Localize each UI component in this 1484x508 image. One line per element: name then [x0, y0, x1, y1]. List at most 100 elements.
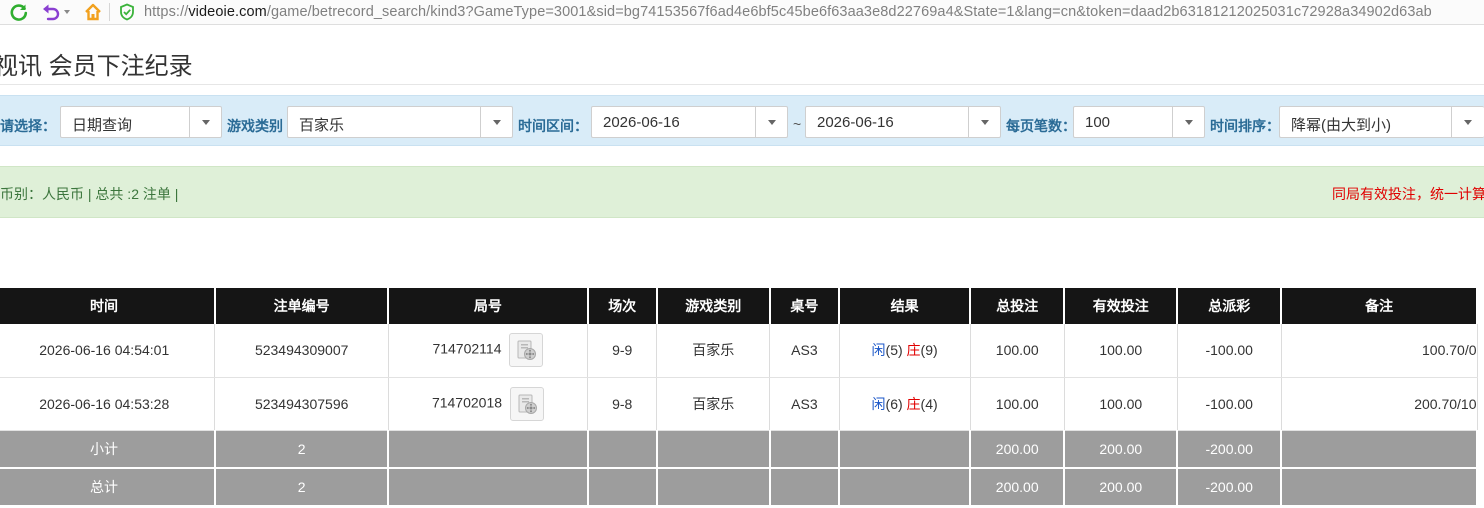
empty-cell: [769, 430, 841, 469]
video-replay-icon[interactable]: [509, 386, 544, 421]
banker-label: 庄: [906, 395, 921, 412]
valid-bet-notice: 同局有效投注，统一计算: [1332, 186, 1484, 202]
col-header-round: 局号: [388, 288, 589, 324]
sort-select[interactable]: 降幂(由大到小): [1279, 106, 1484, 138]
cell-note: 100.70/0: [1281, 324, 1478, 378]
time-range-label: 时间区间：: [518, 118, 588, 134]
per-page-select[interactable]: 100: [1073, 106, 1205, 138]
cell-result: 闲(5) 庄(9): [839, 324, 971, 378]
url-scheme: https://: [144, 4, 189, 20]
empty-cell: [1281, 468, 1478, 507]
cell-time: 2026-06-16 04:54:01: [0, 324, 216, 378]
chevron-down-icon: [480, 107, 512, 137]
col-header-game-type: 游戏类别: [656, 288, 771, 324]
player-points: (6): [885, 395, 903, 412]
chevron-down-icon: [189, 107, 221, 137]
banker-label: 庄: [906, 342, 921, 359]
cell-round: 714702018: [388, 377, 589, 431]
toolbar-divider: [109, 3, 110, 21]
address-bar-url[interactable]: https://videoie.com/game/betrecord_searc…: [144, 4, 1432, 20]
banker-points: (9): [920, 342, 938, 359]
cell-table-no: AS3: [769, 324, 840, 378]
subtotal-label: 小计: [0, 430, 216, 469]
subtotal-count: 2: [214, 430, 390, 469]
home-icon[interactable]: [83, 0, 103, 24]
empty-cell: [656, 468, 771, 507]
range-separator: ~: [793, 116, 802, 132]
video-replay-icon[interactable]: [509, 333, 544, 368]
cell-total-bet: 100.00: [970, 377, 1065, 431]
player-label: 闲: [871, 395, 886, 412]
cell-valid-bet: 100.00: [1064, 324, 1178, 378]
currency-summary: 币别：人民币 | 总共 :2 注单 |: [0, 186, 179, 202]
cell-time: 2026-06-16 04:53:28: [0, 377, 216, 431]
bet-records-table: 时间 注单编号 局号 场次 游戏类别 桌号 结果 总投注 有效投注 总派彩 备注…: [0, 288, 1478, 507]
date-to-value: 2026-06-16: [817, 114, 894, 131]
cell-round: 714702114: [388, 324, 589, 378]
chevron-down-icon: [1451, 107, 1483, 137]
empty-cell: [587, 468, 658, 507]
total-label: 总计: [0, 468, 216, 507]
empty-cell: [656, 430, 771, 469]
chevron-down-icon[interactable]: [63, 0, 71, 24]
page-title: 视讯 会员下注纪录: [0, 53, 193, 80]
cell-payout: -100.00: [1177, 377, 1282, 431]
per-page-label: 每页笔数：: [1006, 118, 1076, 134]
url-path: /game/betrecord_search/kind3?GameType=30…: [266, 4, 1432, 20]
col-header-total-bet: 总投注: [970, 288, 1066, 324]
total-row: 总计 2 200.00 200.00 -200.00: [0, 468, 1478, 507]
title-divider: [0, 84, 1484, 85]
player-label: 闲: [871, 342, 886, 359]
game-type-value: 百家乐: [299, 117, 345, 134]
date-from-select[interactable]: 2026-06-16: [591, 106, 788, 138]
empty-cell: [769, 468, 841, 507]
browser-toolbar: https://videoie.com/game/betrecord_searc…: [0, 0, 1484, 25]
subtotal-payout: -200.00: [1177, 430, 1283, 469]
cell-session: 9-8: [587, 377, 658, 431]
url-host: videoie.com: [188, 4, 267, 20]
table-row: 2026-06-16 04:54:01 523494309007 7147021…: [0, 324, 1478, 378]
date-from-value: 2026-06-16: [603, 114, 680, 131]
cell-valid-bet: 100.00: [1064, 377, 1178, 431]
cell-result: 闲(6) 庄(4): [839, 377, 971, 431]
chevron-down-icon: [968, 107, 1000, 137]
query-type-label: 请选择：: [0, 118, 56, 134]
table-header-row: 时间 注单编号 局号 场次 游戏类别 桌号 结果 总投注 有效投注 总派彩 备注: [0, 288, 1478, 324]
cell-bet-id: 523494309007: [214, 324, 389, 378]
cell-session: 9-9: [587, 324, 658, 378]
col-header-result: 结果: [839, 288, 972, 324]
filter-bar: 请选择： 日期查询 游戏类别 百家乐 时间区间： 2026-06-16 ~ 20…: [0, 95, 1484, 146]
cell-payout: -100.00: [1177, 324, 1282, 378]
empty-cell: [839, 468, 972, 507]
refresh-icon[interactable]: [9, 0, 29, 24]
secure-shield-icon[interactable]: [118, 0, 136, 24]
cell-bet-id: 523494307596: [214, 377, 389, 431]
banker-points: (4): [920, 395, 938, 412]
player-points: (5): [885, 342, 903, 359]
cell-note: 200.70/10: [1281, 377, 1478, 431]
sort-value: 降幂(由大到小): [1291, 117, 1391, 134]
round-number: 714702114: [432, 340, 502, 357]
total-valid-bet: 200.00: [1064, 468, 1179, 507]
chevron-down-icon: [755, 107, 787, 137]
col-header-bet-id: 注单编号: [214, 288, 390, 324]
subtotal-row: 小计 2 200.00 200.00 -200.00: [0, 430, 1478, 469]
col-header-payout: 总派彩: [1177, 288, 1283, 324]
query-type-select[interactable]: 日期查询: [60, 106, 222, 138]
subtotal-valid-bet: 200.00: [1064, 430, 1179, 469]
cell-game-type: 百家乐: [656, 377, 771, 431]
summary-info-bar: 币别：人民币 | 总共 :2 注单 | 同局有效投注，统一计算: [0, 166, 1484, 218]
game-type-select[interactable]: 百家乐: [287, 106, 513, 138]
date-to-select[interactable]: 2026-06-16: [805, 106, 1001, 138]
empty-cell: [388, 430, 589, 469]
undo-icon[interactable]: [41, 0, 61, 24]
chevron-down-icon: [1172, 107, 1204, 137]
cell-table-no: AS3: [769, 377, 840, 431]
col-header-session: 场次: [587, 288, 658, 324]
total-count: 2: [214, 468, 390, 507]
col-header-note: 备注: [1281, 288, 1478, 324]
table-row: 2026-06-16 04:53:28 523494307596 7147020…: [0, 377, 1478, 431]
per-page-value: 100: [1085, 114, 1111, 131]
query-type-value: 日期查询: [72, 117, 133, 134]
game-type-label: 游戏类别: [227, 118, 283, 134]
